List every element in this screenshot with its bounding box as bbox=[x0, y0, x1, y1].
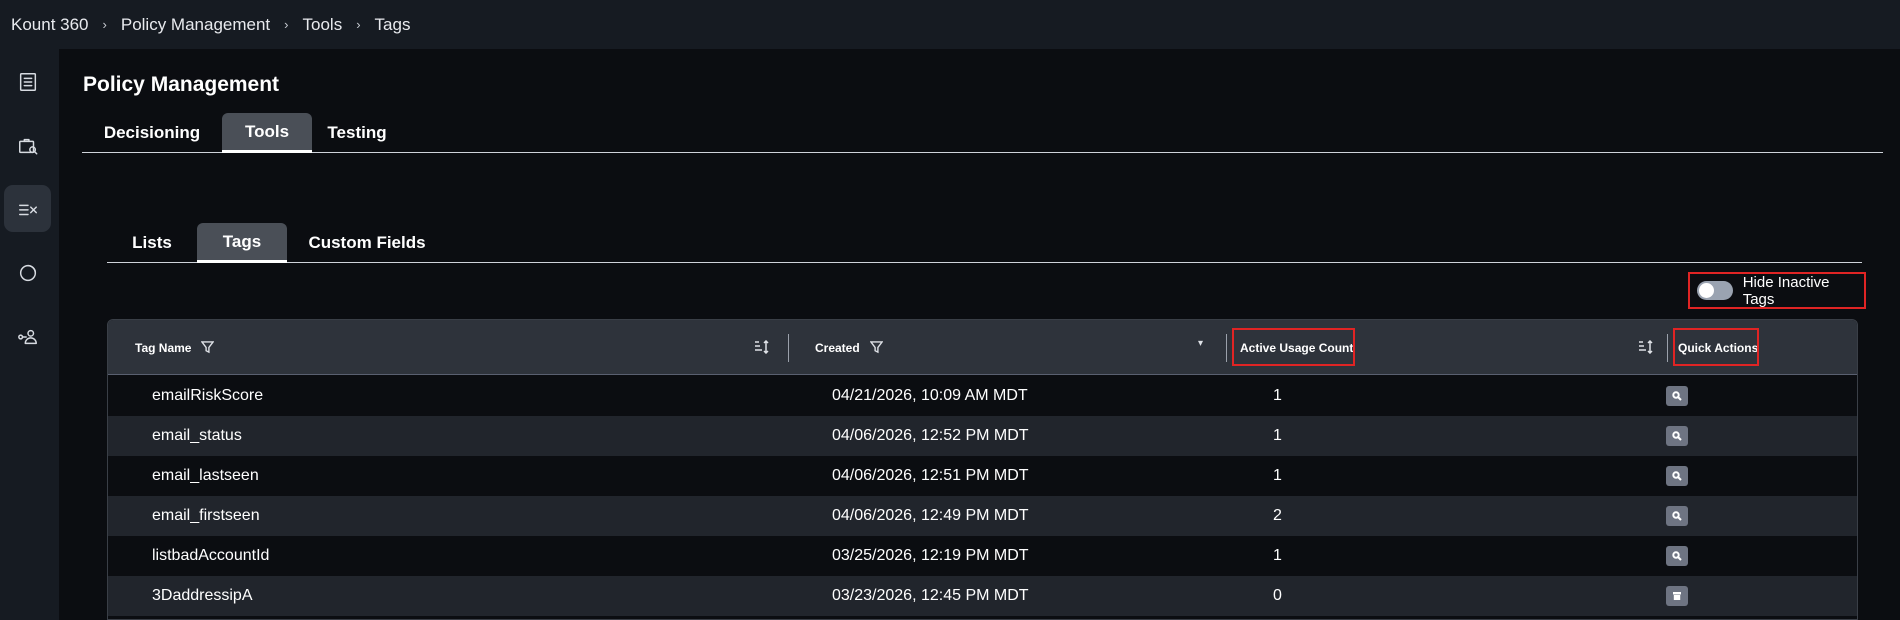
donut-chart-icon bbox=[19, 264, 36, 281]
column-label: Tag Name bbox=[135, 340, 192, 355]
usage-count-cell: 1 bbox=[1273, 387, 1282, 404]
usage-count-cell: 1 bbox=[1273, 547, 1282, 564]
created-cell: 04/06/2026, 12:52 PM MDT bbox=[832, 427, 1029, 444]
filter-icon[interactable] bbox=[869, 341, 884, 354]
breadcrumb-item-tags: Tags bbox=[374, 14, 411, 34]
breadcrumb-item-tools[interactable]: Tools bbox=[303, 15, 343, 35]
sort-icon[interactable] bbox=[754, 339, 770, 355]
rail-item-policy[interactable] bbox=[4, 185, 51, 232]
breadcrumb-item-policy-management[interactable]: Policy Management bbox=[121, 15, 270, 35]
usage-count-cell: 0 bbox=[1273, 587, 1282, 604]
archive-icon bbox=[1673, 592, 1681, 600]
breadcrumb-item-kount360[interactable]: Kount 360 bbox=[11, 15, 89, 35]
view-usage-button[interactable] bbox=[1666, 426, 1688, 446]
view-usage-button[interactable] bbox=[1666, 506, 1688, 526]
table-header: Tag Name Created ▾ Active Usage Count Qu… bbox=[108, 320, 1858, 375]
rules-icon bbox=[18, 204, 37, 215]
highlight-box bbox=[1232, 328, 1355, 366]
table-row[interactable]: email_firstseen 04/06/2026, 12:49 PM MDT… bbox=[108, 496, 1857, 536]
column-header-created[interactable]: Created bbox=[815, 320, 884, 375]
view-usage-button[interactable] bbox=[1666, 466, 1688, 486]
rail-item-investigate[interactable] bbox=[4, 122, 51, 169]
main-content: Policy Management Decisioning Tools Test… bbox=[59, 49, 1900, 620]
view-usage-button[interactable] bbox=[1666, 546, 1688, 566]
list-icon bbox=[19, 72, 36, 91]
column-label: Created bbox=[815, 340, 860, 355]
toggle-label: Hide Inactive Tags bbox=[1742, 273, 1830, 308]
tab-lists[interactable]: Lists bbox=[107, 223, 197, 263]
table-row[interactable]: 3DaddressipA 03/23/2026, 12:45 PM MDT 0 bbox=[108, 576, 1857, 616]
chevron-right-icon: › bbox=[356, 17, 361, 32]
tag-name-cell[interactable]: listbadAccountId bbox=[152, 536, 269, 576]
column-divider[interactable] bbox=[1667, 334, 1668, 362]
search-icon bbox=[1672, 551, 1682, 561]
page-title: Policy Management bbox=[83, 73, 280, 96]
column-divider[interactable] bbox=[788, 334, 789, 362]
usage-count-cell: 2 bbox=[1273, 507, 1282, 524]
usage-count-cell: 1 bbox=[1273, 467, 1282, 484]
hide-inactive-tags-toggle-group: Hide Inactive Tags bbox=[1688, 272, 1866, 309]
table-row[interactable]: listbadAccountId 03/25/2026, 12:19 PM MD… bbox=[108, 536, 1857, 576]
tab-decisioning[interactable]: Decisioning bbox=[82, 113, 222, 153]
chevron-right-icon: › bbox=[102, 17, 107, 32]
search-icon bbox=[1672, 431, 1682, 441]
rail-item-analytics[interactable] bbox=[4, 249, 51, 296]
tag-name-cell[interactable]: email_status bbox=[152, 416, 242, 456]
table-row[interactable]: email_lastseen 04/06/2026, 12:51 PM MDT … bbox=[108, 456, 1857, 496]
search-icon bbox=[1672, 511, 1682, 521]
tab-tools[interactable]: Tools bbox=[222, 113, 312, 153]
caret-down-icon[interactable]: ▾ bbox=[1198, 338, 1203, 349]
tag-name-cell[interactable]: email_lastseen bbox=[152, 456, 259, 496]
sort-icon[interactable] bbox=[1638, 339, 1654, 355]
created-cell: 04/06/2026, 12:49 PM MDT bbox=[832, 507, 1029, 524]
column-header-tag-name[interactable]: Tag Name bbox=[135, 320, 215, 375]
search-icon bbox=[1672, 471, 1682, 481]
toggle-knob bbox=[1699, 283, 1714, 298]
usage-count-cell: 1 bbox=[1273, 427, 1282, 444]
highlight-box bbox=[1673, 328, 1759, 366]
tab-testing[interactable]: Testing bbox=[312, 113, 402, 153]
archive-button[interactable] bbox=[1666, 586, 1688, 606]
table-row[interactable]: email_status 04/06/2026, 12:52 PM MDT 1 bbox=[108, 416, 1857, 456]
tab-tags[interactable]: Tags bbox=[197, 223, 287, 263]
tag-name-cell[interactable]: emailRiskScore bbox=[152, 376, 263, 416]
tag-name-cell[interactable]: email_firstseen bbox=[152, 496, 260, 536]
tag-name-cell[interactable]: 3DaddressipA bbox=[152, 576, 253, 616]
column-divider bbox=[1857, 334, 1858, 362]
tab-custom-fields[interactable]: Custom Fields bbox=[287, 223, 447, 263]
breadcrumb: Kount 360 › Policy Management › Tools › … bbox=[0, 0, 1900, 49]
rail-item-list[interactable] bbox=[4, 58, 51, 105]
hide-inactive-tags-toggle[interactable] bbox=[1697, 281, 1733, 300]
main-tabs: Decisioning Tools Testing bbox=[82, 113, 1883, 153]
briefcase-search-icon bbox=[18, 138, 37, 155]
column-divider[interactable] bbox=[1226, 334, 1227, 362]
filter-icon[interactable] bbox=[201, 341, 215, 354]
sub-tabs: Lists Tags Custom Fields bbox=[107, 223, 1862, 263]
created-cell: 04/06/2026, 12:51 PM MDT bbox=[832, 467, 1029, 484]
rail-item-users[interactable] bbox=[4, 313, 51, 360]
view-usage-button[interactable] bbox=[1666, 386, 1688, 406]
table-row[interactable]: emailRiskScore 04/21/2026, 10:09 AM MDT … bbox=[108, 376, 1857, 416]
created-cell: 03/23/2026, 12:45 PM MDT bbox=[832, 587, 1029, 604]
tags-table: Tag Name Created ▾ Active Usage Count Qu… bbox=[107, 319, 1858, 620]
search-icon bbox=[1672, 391, 1682, 401]
chevron-right-icon: › bbox=[284, 17, 289, 32]
user-network-icon bbox=[17, 329, 37, 344]
created-cell: 03/25/2026, 12:19 PM MDT bbox=[832, 547, 1029, 564]
left-rail bbox=[0, 49, 59, 620]
created-cell: 04/21/2026, 10:09 AM MDT bbox=[832, 387, 1028, 404]
